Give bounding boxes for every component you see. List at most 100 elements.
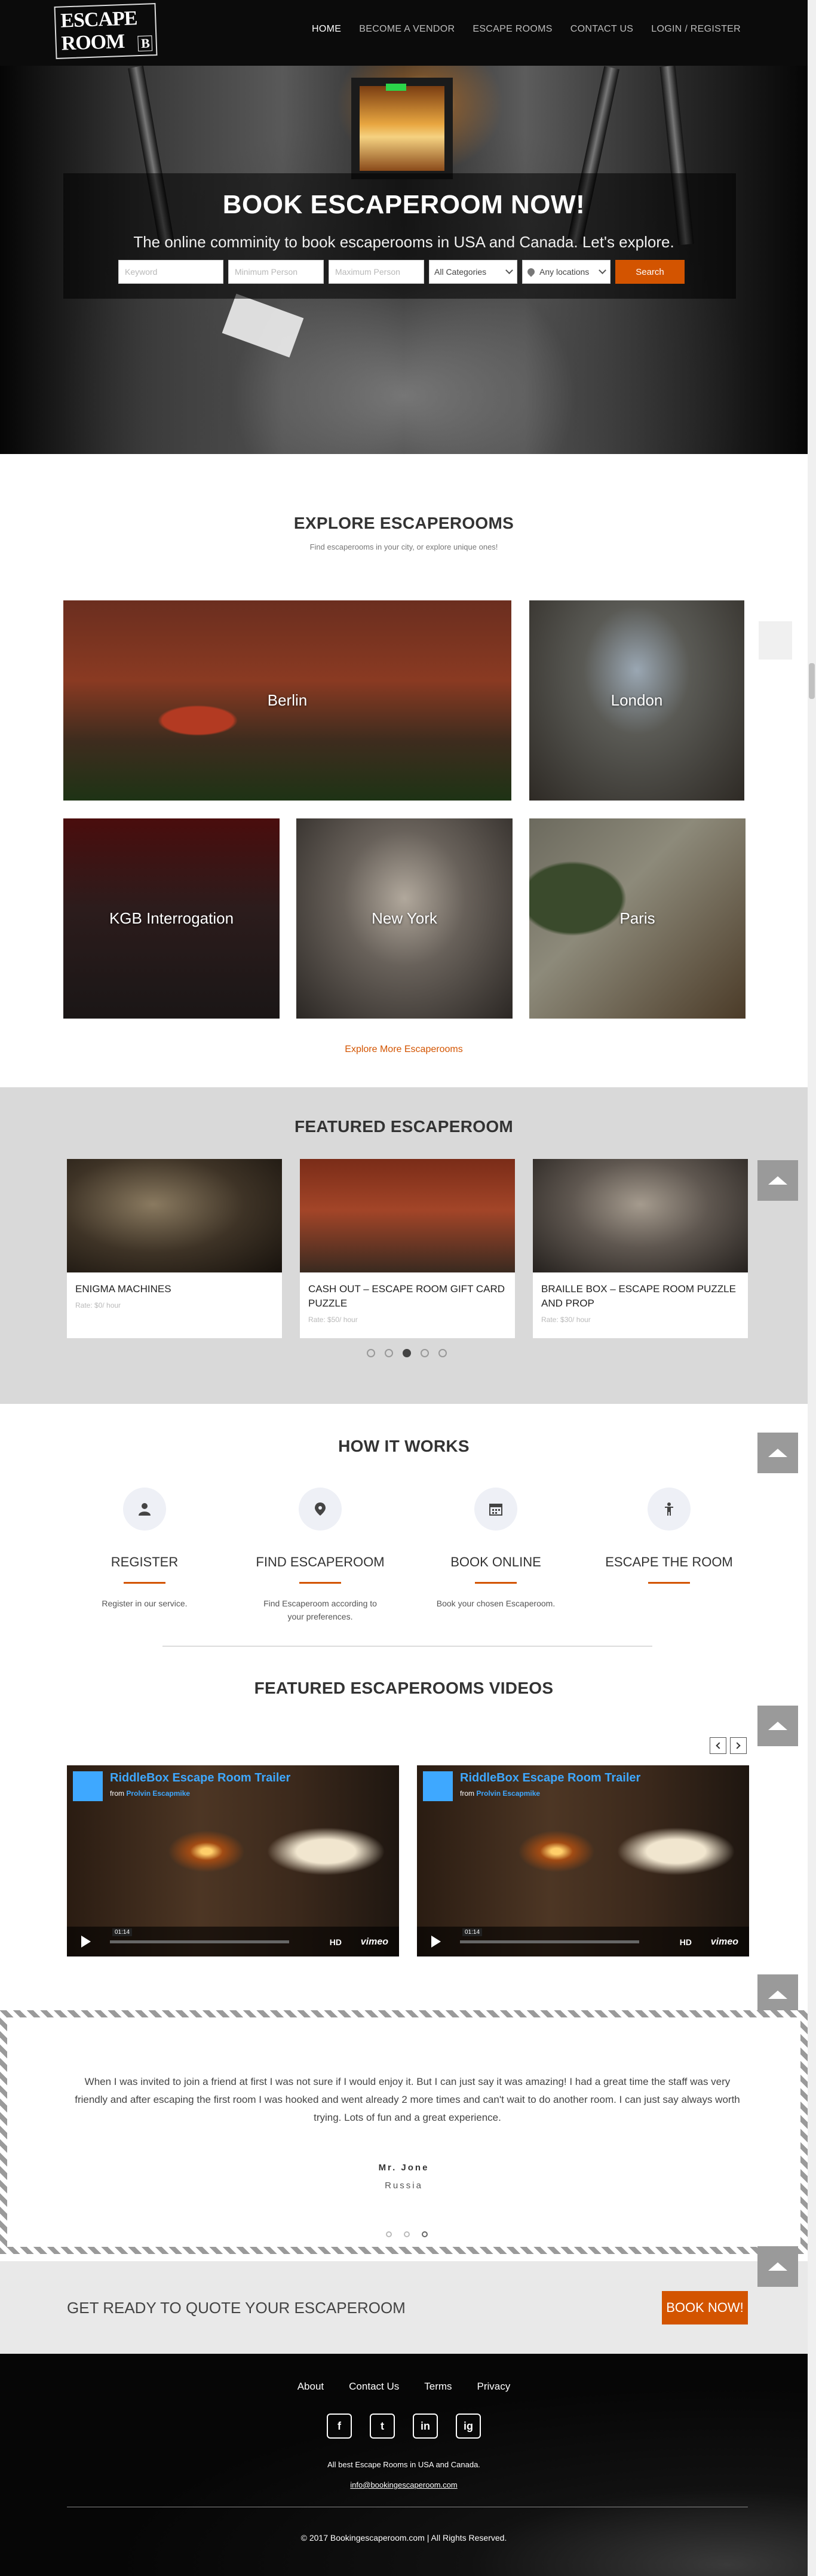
nav-escape-rooms[interactable]: ESCAPE ROOMS: [473, 24, 552, 35]
carousel-dot[interactable]: [386, 2231, 392, 2237]
min-person-input[interactable]: Minimum Person: [228, 260, 324, 284]
hero-hammock: [222, 293, 304, 358]
step-underline: [124, 1582, 165, 1584]
video-title[interactable]: RiddleBox Escape Room Trailer: [110, 1771, 290, 1785]
step-underline: [475, 1582, 517, 1584]
play-icon[interactable]: [431, 1936, 441, 1948]
featured-card[interactable]: BRAILLE BOX – ESCAPE ROOM PUZZLE AND PRO…: [533, 1159, 748, 1338]
hd-badge[interactable]: HD: [680, 1937, 692, 1947]
video-byline: from Prolvin Escapmike: [460, 1789, 540, 1798]
instagram-icon[interactable]: ig: [456, 2414, 481, 2439]
footer-copyright: © 2017 Bookingescaperoom.com | All Right…: [300, 2533, 507, 2543]
tile-label: Berlin: [267, 691, 308, 709]
video-title[interactable]: RiddleBox Escape Room Trailer: [460, 1771, 640, 1785]
testimonial-name: Mr. Jone: [378, 2163, 430, 2173]
carousel-dot-active[interactable]: [403, 1349, 411, 1357]
location-value: Any locations: [539, 267, 590, 277]
hero-title: BOOK ESCAPEROOM NOW!: [222, 190, 585, 219]
back-to-top-button[interactable]: [757, 1433, 798, 1473]
slider-arrow[interactable]: [759, 621, 792, 660]
nav-contact-us[interactable]: CONTACT US: [570, 24, 634, 35]
footer-link-privacy[interactable]: Privacy: [477, 2381, 511, 2393]
step-title: REGISTER: [111, 1554, 179, 1569]
city-tile-paris[interactable]: Paris: [529, 818, 746, 1019]
city-tile-london[interactable]: London: [529, 600, 744, 801]
arrow-up-icon: [768, 2262, 787, 2271]
video-player[interactable]: RiddleBox Escape Room Trailer from Prolv…: [417, 1765, 749, 1956]
step-escape: ESCAPE THE ROOM: [591, 1488, 747, 1597]
video-time: 01:14: [112, 1928, 133, 1936]
testimonial-carousel-dots: [386, 2231, 428, 2237]
video-prev-button[interactable]: [710, 1737, 726, 1754]
hd-badge[interactable]: HD: [330, 1937, 342, 1947]
card-image: [67, 1159, 282, 1272]
featured-title: FEATURED ESCAPEROOM: [294, 1117, 514, 1136]
explore-subtitle: Find escaperooms in your city, or explor…: [309, 542, 498, 551]
footer-link-contact[interactable]: Contact Us: [349, 2381, 399, 2393]
step-find: FIND ESCAPEROOM Find Escaperoom accordin…: [243, 1488, 398, 1623]
facebook-icon[interactable]: f: [327, 2414, 352, 2439]
featured-card[interactable]: CASH OUT – ESCAPE ROOM GIFT CARD PUZZLE …: [300, 1159, 515, 1338]
back-to-top-button[interactable]: [757, 1706, 798, 1746]
footer-tagline: All best Escape Rooms in USA and Canada.: [327, 2460, 480, 2469]
video-next-button[interactable]: [730, 1737, 747, 1754]
back-to-top-button[interactable]: [757, 2246, 798, 2287]
back-to-top-button[interactable]: [757, 1974, 798, 2015]
carousel-dot-active[interactable]: [422, 2231, 428, 2237]
video-author[interactable]: Prolvin Escapmike: [476, 1789, 540, 1798]
page-scrollbar[interactable]: [808, 0, 816, 2576]
vimeo-logo[interactable]: vimeo: [361, 1937, 388, 1948]
step-title: BOOK ONLINE: [450, 1554, 541, 1569]
scrollbar-thumb[interactable]: [809, 663, 815, 699]
footer-links: About Contact Us Terms Privacy: [0, 2381, 808, 2393]
tile-label: London: [611, 691, 663, 709]
carousel-dot[interactable]: [421, 1349, 429, 1357]
book-now-button[interactable]: BOOK NOW!: [662, 2291, 748, 2324]
tile-label: New York: [372, 909, 437, 927]
carousel-dot[interactable]: [438, 1349, 447, 1357]
site-logo[interactable]: ESCAPE ROOM B: [54, 3, 158, 59]
video-progress-bar[interactable]: [110, 1940, 289, 1943]
testimonial-location: Russia: [385, 2181, 423, 2191]
back-to-top-button[interactable]: [757, 1160, 798, 1201]
arrow-up-icon: [768, 1176, 787, 1185]
carousel-dot[interactable]: [404, 2231, 410, 2237]
city-tile-new-york[interactable]: New York: [296, 818, 513, 1019]
explore-more-link[interactable]: Explore More Escaperooms: [0, 1044, 808, 1055]
step-description: Book your chosen Escaperoom.: [436, 1599, 556, 1608]
max-person-input[interactable]: Maximum Person: [329, 260, 424, 284]
how-title: HOW IT WORKS: [338, 1437, 470, 1455]
channel-avatar: [423, 1771, 453, 1801]
vimeo-logo[interactable]: vimeo: [711, 1937, 738, 1948]
carousel-dot[interactable]: [367, 1349, 375, 1357]
step-register: REGISTER Register in our service.: [67, 1488, 222, 1610]
social-links: f t in ig: [0, 2414, 808, 2439]
linkedin-icon[interactable]: in: [413, 2414, 438, 2439]
city-tile-kgb[interactable]: KGB Interrogation: [63, 818, 280, 1019]
nav-become-vendor[interactable]: BECOME A VENDOR: [359, 24, 455, 35]
video-author[interactable]: Prolvin Escapmike: [126, 1789, 190, 1798]
location-select[interactable]: Any locations: [522, 260, 611, 284]
card-title: CASH OUT – ESCAPE ROOM GIFT CARD PUZZLE: [308, 1283, 505, 1309]
search-button[interactable]: Search: [615, 260, 685, 284]
video-progress-bar[interactable]: [460, 1940, 639, 1943]
twitter-icon[interactable]: t: [370, 2414, 395, 2439]
featured-card[interactable]: ENIGMA MACHINES Rate: $0/ hour: [67, 1159, 282, 1338]
city-tile-berlin[interactable]: Berlin: [63, 600, 511, 801]
category-select[interactable]: All Categories: [429, 260, 517, 284]
chevron-down-icon: [599, 266, 606, 274]
footer-email-link[interactable]: info@bookingescaperoom.com: [0, 2480, 808, 2489]
footer-link-about[interactable]: About: [297, 2381, 324, 2393]
card-rate: Rate: $30/ hour: [541, 1315, 591, 1324]
play-icon[interactable]: [81, 1936, 91, 1948]
exit-sign: [386, 84, 406, 91]
carousel-dot[interactable]: [385, 1349, 393, 1357]
nav-login-register[interactable]: LOGIN / REGISTER: [651, 24, 741, 35]
video-time: 01:14: [462, 1928, 483, 1936]
footer-link-terms[interactable]: Terms: [424, 2381, 452, 2393]
video-from: from: [460, 1789, 474, 1798]
nav-home[interactable]: HOME: [312, 24, 341, 35]
keyword-input[interactable]: Keyword: [118, 260, 223, 284]
user-icon: [123, 1488, 166, 1531]
video-player[interactable]: RiddleBox Escape Room Trailer from Prolv…: [67, 1765, 399, 1956]
